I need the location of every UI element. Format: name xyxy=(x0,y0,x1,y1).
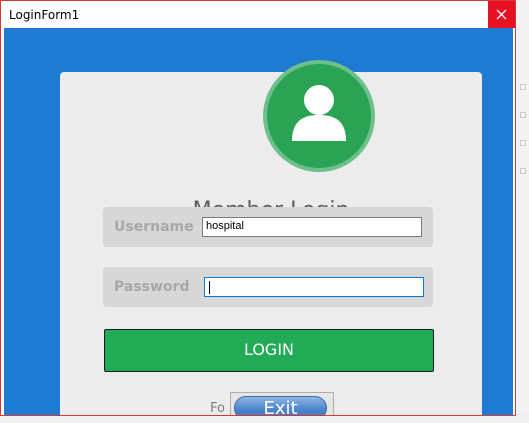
background-strip-right xyxy=(516,0,529,423)
exit-button-label: Exit xyxy=(263,398,298,416)
login-card: Member Login Username hospital Password … xyxy=(60,60,482,416)
close-button[interactable] xyxy=(488,1,515,28)
password-label: Password xyxy=(114,279,190,295)
title-bar[interactable]: LoginForm1 xyxy=(1,1,515,28)
login-button[interactable]: LOGIN xyxy=(104,329,434,372)
text-caret xyxy=(209,281,210,294)
window-title: LoginForm1 xyxy=(9,8,80,22)
exit-button[interactable]: Exit xyxy=(234,396,327,416)
close-icon xyxy=(496,9,507,20)
login-button-label: LOGIN xyxy=(243,340,295,359)
background-checkbox xyxy=(520,84,526,90)
password-row: Password xyxy=(103,267,433,307)
user-icon xyxy=(292,85,346,141)
username-label: Username xyxy=(114,219,194,235)
background-checkbox xyxy=(520,168,526,174)
password-field[interactable] xyxy=(204,277,424,297)
background-checkbox xyxy=(520,140,526,146)
background-checkbox xyxy=(520,112,526,118)
username-field[interactable]: hospital xyxy=(202,217,422,237)
form-client-area: Member Login Username hospital Password … xyxy=(4,28,513,416)
forgot-password-link[interactable]: Fo xyxy=(210,401,225,415)
avatar xyxy=(263,60,375,172)
login-window: LoginForm1 Member Login Username hospita… xyxy=(0,0,516,416)
username-row: Username hospital xyxy=(103,207,433,247)
exit-button-frame: Exit xyxy=(230,392,334,416)
